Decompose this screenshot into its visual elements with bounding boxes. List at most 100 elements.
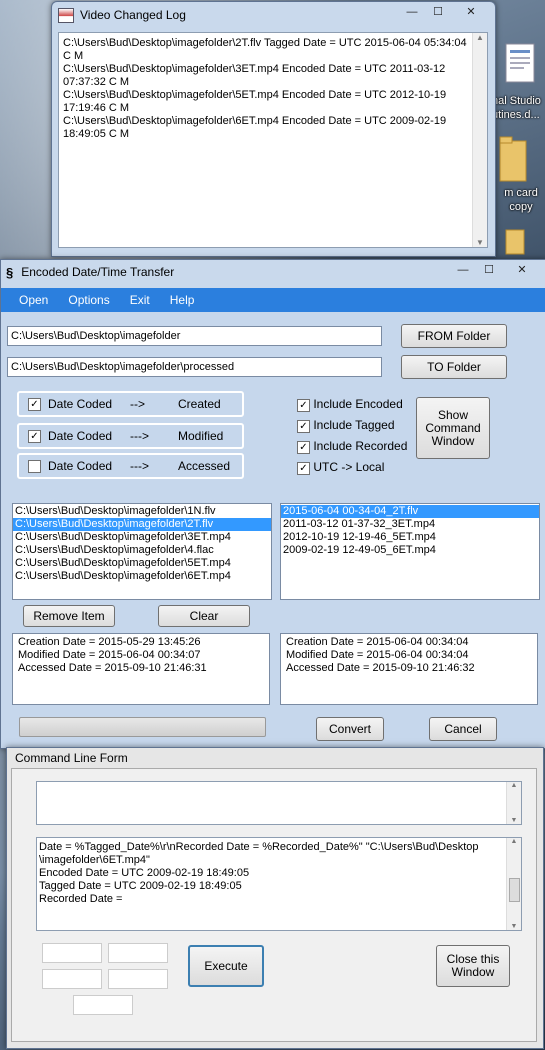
renamed-file-item[interactable]: 2009-02-19 12-49-05_6ET.mp4 [281, 544, 539, 557]
source-file-item[interactable]: C:\Users\Bud\Desktop\imagefolder\3ET.mp4 [13, 531, 271, 544]
log-line: C M [63, 50, 84, 62]
source-file-item[interactable]: C:\Users\Bud\Desktop\imagefolder\5ET.mp4 [13, 557, 271, 570]
minimize-icon[interactable]: — [399, 3, 425, 21]
mapping-label: Date Coded [48, 397, 113, 411]
menu-help[interactable]: Help [160, 293, 205, 307]
mapping-accessed-checkbox[interactable] [28, 459, 41, 473]
close-icon[interactable]: ✕ [502, 261, 542, 279]
source-file-item[interactable]: C:\Users\Bud\Desktop\imagefolder\1N.flv [13, 505, 271, 518]
scroll-down-icon[interactable]: ▼ [507, 817, 521, 824]
desktop-icon-label[interactable]: nal Studio utines.d... [492, 94, 545, 122]
mapping-target: Accessed [178, 459, 231, 473]
log-window: Video Changed Log — ☐ ✕ C:\Users\Bud\Des… [51, 1, 496, 257]
to-path-input[interactable]: C:\Users\Bud\Desktop\imagefolder\process… [7, 357, 382, 377]
target-dates-box[interactable]: Creation Date = 2015-06-04 00:34:04 Modif… [280, 633, 538, 705]
clear-button[interactable]: Clear [158, 605, 250, 627]
main-window-title: Encoded Date/Time Transfer [21, 265, 175, 279]
source-dates-box[interactable]: Creation Date = 2015-05-29 13:45:26 Modif… [12, 633, 270, 705]
main-window: § Encoded Date/Time Transfer — ☐ ✕ Open … [0, 259, 545, 749]
param-field[interactable] [108, 969, 168, 989]
include-options: ✓ Include Encoded ✓ Include Tagged ✓ Inc… [297, 394, 407, 478]
include-recorded-checkbox[interactable]: ✓ [297, 441, 310, 454]
mapping-label: Date Coded [48, 459, 113, 473]
scroll-down-icon[interactable]: ▼ [507, 923, 521, 930]
main-window-controls: — ☐ ✕ [450, 261, 542, 279]
mapping-accessed: Date Coded ---> Accessed [17, 453, 244, 479]
scroll-up-icon[interactable]: ▲ [507, 838, 521, 845]
command-window-titlebar[interactable]: Command Line Form [7, 748, 543, 768]
log-line: 07:37:32 C M [63, 76, 130, 88]
show-command-window-button[interactable]: Show Command Window [416, 397, 490, 459]
button-label-line: Command [425, 420, 481, 435]
include-recorded-option[interactable]: ✓ Include Recorded [297, 436, 407, 457]
source-file-item[interactable]: C:\Users\Bud\Desktop\imagefolder\2T.flv [13, 518, 271, 531]
execute-button[interactable]: Execute [188, 945, 264, 987]
arrow-text: --> [130, 397, 145, 411]
command-window: Command Line Form ▲ ▼ Date = %Tagged_Dat… [6, 747, 544, 1049]
command-input-scrollbar[interactable]: ▲ ▼ [506, 782, 521, 824]
menu-options[interactable]: Options [58, 293, 119, 307]
date-line: Creation Date = 2015-06-04 00:34:04 [286, 636, 469, 648]
document-icon[interactable] [500, 40, 540, 90]
close-window-button[interactable]: Close this Window [436, 945, 510, 987]
to-folder-button[interactable]: TO Folder [401, 355, 507, 379]
convert-button[interactable]: Convert [316, 717, 384, 741]
menu-bar: Open Options Exit Help [1, 288, 545, 312]
menu-exit[interactable]: Exit [120, 293, 160, 307]
source-file-list[interactable]: C:\Users\Bud\Desktop\imagefolder\1N.flv C… [12, 503, 272, 600]
remove-item-button[interactable]: Remove Item [23, 605, 115, 627]
include-encoded-option[interactable]: ✓ Include Encoded [297, 394, 407, 415]
desktop-icon-label-line: copy [509, 201, 533, 213]
command-output-line: Date = %Tagged_Date%\r\nRecorded Date = … [39, 841, 479, 853]
from-folder-button[interactable]: FROM Folder [401, 324, 507, 348]
folder-icon[interactable] [498, 133, 528, 185]
include-recorded-label: Include Recorded [313, 439, 408, 453]
mapping-target: Modified [178, 429, 224, 443]
mapping-created-checkbox[interactable]: ✓ [28, 397, 41, 411]
include-tagged-label: Include Tagged [313, 418, 395, 432]
log-window-controls: — ☐ ✕ [399, 3, 491, 21]
maximize-icon[interactable]: ☐ [476, 261, 502, 279]
mapping-modified-checkbox[interactable]: ✓ [28, 429, 41, 443]
include-encoded-checkbox[interactable]: ✓ [297, 399, 310, 412]
renamed-file-item[interactable]: 2011-03-12 01-37-32_3ET.mp4 [281, 518, 539, 531]
maximize-icon[interactable]: ☐ [425, 3, 451, 21]
renamed-file-list[interactable]: 2015-06-04 00-34-04_2T.flv 2011-03-12 01-… [280, 503, 540, 600]
from-path-input[interactable]: C:\Users\Bud\Desktop\imagefolder [7, 326, 382, 346]
include-tagged-checkbox[interactable]: ✓ [297, 420, 310, 433]
folder-icon[interactable] [505, 226, 525, 256]
scroll-up-icon[interactable]: ▲ [473, 33, 487, 42]
command-output-line: \imagefolder\6ET.mp4" [39, 854, 150, 866]
command-output-line: Encoded Date = UTC 2009-02-19 18:49:05 [39, 867, 250, 879]
utc-local-checkbox[interactable]: ✓ [297, 462, 310, 475]
renamed-file-item[interactable]: 2015-06-04 00-34-04_2T.flv [281, 505, 539, 518]
source-file-item[interactable]: C:\Users\Bud\Desktop\imagefolder\6ET.mp4 [13, 570, 271, 583]
utc-local-option[interactable]: ✓ UTC -> Local [297, 457, 407, 478]
minimize-icon[interactable]: — [450, 261, 476, 279]
command-input-area[interactable]: ▲ ▼ [36, 781, 522, 825]
close-icon[interactable]: ✕ [451, 3, 491, 21]
log-scrollbar[interactable]: ▲ ▼ [472, 33, 487, 247]
source-file-item[interactable]: C:\Users\Bud\Desktop\imagefolder\4.flac [13, 544, 271, 557]
param-field[interactable] [42, 969, 102, 989]
button-label-line: Show [437, 407, 469, 422]
log-textarea[interactable]: C:\Users\Bud\Desktop\imagefolder\2T.flv … [58, 32, 488, 248]
button-label-line: Window [451, 965, 495, 979]
param-field[interactable] [73, 995, 133, 1015]
desktop-icon-label-line: utines.d... [492, 109, 540, 121]
scroll-up-icon[interactable]: ▲ [507, 782, 521, 789]
log-line: C:\Users\Bud\Desktop\imagefolder\3ET.mp4… [63, 63, 446, 75]
menu-open[interactable]: Open [1, 293, 58, 307]
param-field[interactable] [108, 943, 168, 963]
include-tagged-option[interactable]: ✓ Include Tagged [297, 415, 407, 436]
scroll-down-icon[interactable]: ▼ [473, 238, 487, 247]
command-output-scrollbar[interactable]: ▲ ▼ [506, 838, 521, 930]
command-output-area[interactable]: Date = %Tagged_Date%\r\nRecorded Date = … [36, 837, 522, 931]
scroll-thumb[interactable] [509, 878, 520, 902]
renamed-file-item[interactable]: 2012-10-19 12-19-46_5ET.mp4 [281, 531, 539, 544]
param-field[interactable] [42, 943, 102, 963]
desktop-icon-label[interactable]: m card copy [497, 186, 545, 214]
command-output-line: Tagged Date = UTC 2009-02-19 18:49:05 [39, 880, 242, 892]
cancel-button[interactable]: Cancel [429, 717, 497, 741]
desktop-icon-label-line: nal Studio [492, 95, 541, 107]
